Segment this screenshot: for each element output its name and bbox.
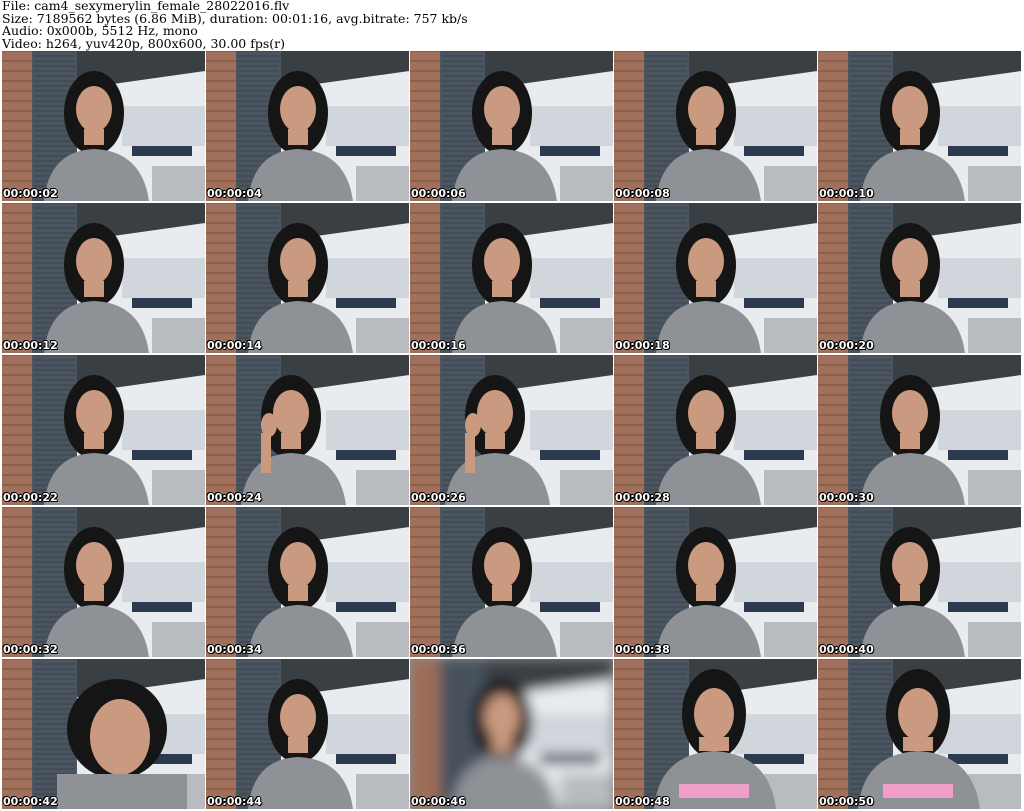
frame-timestamp: 00:00:18 — [615, 339, 670, 352]
frame-image — [614, 659, 817, 809]
frame-image — [614, 51, 817, 201]
video-frame-thumbnail: 00:00:22 — [2, 355, 205, 505]
video-frame-thumbnail: 00:00:16 — [410, 203, 613, 353]
video-frame-thumbnail: 00:00:36 — [410, 507, 613, 657]
frame-image — [2, 659, 205, 809]
frame-timestamp: 00:00:24 — [207, 491, 262, 504]
frame-timestamp: 00:00:44 — [207, 795, 262, 808]
video-frame-thumbnail: 00:00:42 — [2, 659, 205, 809]
frame-image — [2, 355, 205, 505]
frame-timestamp: 00:00:20 — [819, 339, 874, 352]
frame-image — [614, 507, 817, 657]
frame-timestamp: 00:00:38 — [615, 643, 670, 656]
frame-timestamp: 00:00:14 — [207, 339, 262, 352]
frame-image — [206, 51, 409, 201]
video-frame-thumbnail: 00:00:08 — [614, 51, 817, 201]
video-frame-thumbnail: 00:00:40 — [818, 507, 1021, 657]
frame-timestamp: 00:00:50 — [819, 795, 874, 808]
frame-image — [206, 659, 409, 809]
frame-image — [2, 203, 205, 353]
frame-timestamp: 00:00:10 — [819, 187, 874, 200]
frame-image — [818, 355, 1021, 505]
video-frame-thumbnail: 00:00:24 — [206, 355, 409, 505]
frame-timestamp: 00:00:16 — [411, 339, 466, 352]
frame-timestamp: 00:00:26 — [411, 491, 466, 504]
video-line: Video: h264, yuv420p, 800x600, 30.00 fps… — [2, 35, 285, 51]
frame-timestamp: 00:00:36 — [411, 643, 466, 656]
frame-image — [410, 51, 613, 201]
frame-image — [410, 203, 613, 353]
frame-timestamp: 00:00:42 — [3, 795, 58, 808]
video-frame-thumbnail: 00:00:30 — [818, 355, 1021, 505]
frame-image — [410, 507, 613, 657]
video-frame-thumbnail: 00:00:04 — [206, 51, 409, 201]
frame-image — [818, 507, 1021, 657]
video-frame-thumbnail: 00:00:06 — [410, 51, 613, 201]
video-frame-thumbnail: 00:00:12 — [2, 203, 205, 353]
frame-image — [410, 659, 613, 809]
video-frame-thumbnail: 00:00:32 — [2, 507, 205, 657]
video-frame-thumbnail: 00:00:10 — [818, 51, 1021, 201]
frame-timestamp: 00:00:02 — [3, 187, 58, 200]
frame-timestamp: 00:00:22 — [3, 491, 58, 504]
frame-image — [818, 203, 1021, 353]
frame-image — [206, 203, 409, 353]
frame-image — [818, 51, 1021, 201]
frame-image — [2, 51, 205, 201]
video-frame-thumbnail: 00:00:02 — [2, 51, 205, 201]
frame-timestamp: 00:00:28 — [615, 491, 670, 504]
frame-timestamp: 00:00:04 — [207, 187, 262, 200]
video-frame-thumbnail: 00:00:28 — [614, 355, 817, 505]
info-header: File: cam4_sexymerylin_female_28022016.f… — [2, 0, 1022, 50]
video-frame-thumbnail: 00:00:20 — [818, 203, 1021, 353]
video-frame-thumbnail: 00:00:50 — [818, 659, 1021, 809]
video-frame-thumbnail: 00:00:34 — [206, 507, 409, 657]
video-frame-thumbnail: 00:00:18 — [614, 203, 817, 353]
frame-image — [410, 355, 613, 505]
frame-timestamp: 00:00:40 — [819, 643, 874, 656]
frame-timestamp: 00:00:06 — [411, 187, 466, 200]
frame-timestamp: 00:00:34 — [207, 643, 262, 656]
video-frame-thumbnail: 00:00:44 — [206, 659, 409, 809]
frame-timestamp: 00:00:48 — [615, 795, 670, 808]
frame-image — [206, 507, 409, 657]
video-frame-thumbnail: 00:00:46 — [410, 659, 613, 809]
video-frame-thumbnail: 00:00:38 — [614, 507, 817, 657]
frame-timestamp: 00:00:30 — [819, 491, 874, 504]
video-frame-thumbnail: 00:00:14 — [206, 203, 409, 353]
thumbnail-grid: 00:00:02 00:00:04 00:00:06 00:00:08 00:00:10… — [2, 51, 1022, 811]
frame-timestamp: 00:00:08 — [615, 187, 670, 200]
video-frame-thumbnail: 00:00:26 — [410, 355, 613, 505]
frame-timestamp: 00:00:32 — [3, 643, 58, 656]
frame-timestamp: 00:00:12 — [3, 339, 58, 352]
frame-image — [206, 355, 409, 505]
frame-image — [614, 355, 817, 505]
frame-image — [2, 507, 205, 657]
frame-image — [818, 659, 1021, 809]
frame-timestamp: 00:00:46 — [411, 795, 466, 808]
video-frame-thumbnail: 00:00:48 — [614, 659, 817, 809]
frame-image — [614, 203, 817, 353]
